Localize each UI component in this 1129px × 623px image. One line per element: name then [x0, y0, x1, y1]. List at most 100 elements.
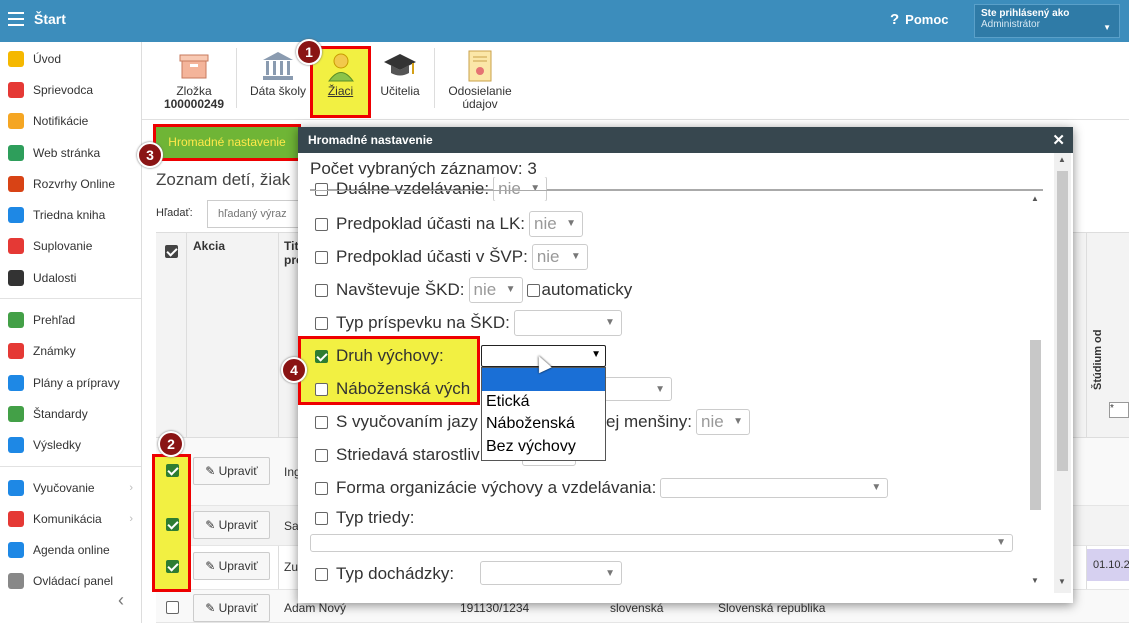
sidebar-item[interactable]: Udalosti [0, 262, 141, 293]
sidebar-item[interactable]: Prehľad [0, 304, 141, 335]
automaticky-checkbox[interactable] [526, 283, 540, 297]
skd-select[interactable]: nie ▼ [468, 277, 523, 303]
sidebar-item-label: Prehľad [33, 313, 76, 328]
menu-icon[interactable] [8, 12, 24, 26]
sidebar-item[interactable]: Rozvrhy Online [0, 168, 141, 199]
row-statna-prislusnost: Slovenská republika [718, 601, 826, 615]
option-nabozenska[interactable]: Náboženská [482, 413, 605, 436]
sidebar-item[interactable]: Komunikácia › [0, 503, 141, 534]
chevron-down-icon: ▼ [591, 349, 601, 360]
certificate-icon [468, 50, 492, 82]
sidebar-item[interactable]: Známky [0, 336, 141, 367]
select-all-checkbox[interactable] [165, 245, 178, 258]
field-label: ej menšiny: [606, 412, 692, 431]
chevron-down-icon: ▼ [530, 183, 541, 194]
sidebar-item[interactable]: Agenda online [0, 534, 141, 565]
ziaci-button[interactable]: Žiaci [310, 46, 371, 118]
row-checkbox[interactable] [166, 560, 179, 573]
scroll-down-icon[interactable]: ▼ [1031, 576, 1039, 585]
field-forma: Forma organizácie výchovy a vzdelávania:… [315, 474, 889, 502]
modal-inner-scrollbar[interactable]: ▲ ▼ [1029, 190, 1042, 592]
row-checkbox[interactable] [166, 518, 179, 531]
row-checkbox[interactable] [166, 601, 179, 614]
field-checkbox[interactable] [315, 182, 328, 196]
option-empty[interactable] [482, 368, 605, 391]
home-icon [8, 144, 24, 161]
nabozenska-select[interactable]: ▼ [604, 377, 672, 401]
edit-icon: ✎ [205, 559, 219, 573]
edit-button[interactable]: ✎ Upraviť [193, 457, 270, 485]
field-checkbox[interactable] [315, 217, 328, 231]
lk-select[interactable]: nie ▼ [529, 211, 584, 237]
hromadne-nastavenie-button[interactable]: Hromadné nastavenie [153, 124, 301, 161]
field-checkbox[interactable] [315, 567, 328, 581]
scroll-down-icon[interactable]: ▼ [1058, 577, 1066, 586]
row-checkbox[interactable] [166, 464, 179, 477]
edit-button[interactable]: ✎ Upraviť [193, 552, 270, 580]
field-checkbox[interactable] [315, 349, 328, 363]
mensiny-select[interactable]: nie ▼ [695, 409, 750, 435]
row-rodne-cislo: 191130/1234 [460, 601, 530, 615]
ucitelia-button[interactable]: Učitelia [378, 50, 422, 98]
question-icon: ? [890, 11, 900, 28]
field-label: Predpoklad účasti na LK: [336, 214, 526, 233]
column-studium-od: Štúdium od [1092, 329, 1104, 391]
svp-select[interactable]: nie ▼ [531, 244, 588, 270]
sidebar-item[interactable]: Web stránka [0, 137, 141, 168]
user-label: Ste prihlásený ako [981, 8, 1070, 19]
studium-filter-select[interactable]: * [1109, 402, 1129, 418]
edit-icon: ✎ [205, 601, 219, 615]
field-label: Navštevuje ŠKD: [336, 280, 465, 299]
sidebar-item[interactable]: Suplovanie [0, 231, 141, 262]
sidebar-item[interactable]: Štandardy [0, 398, 141, 429]
scroll-up-icon[interactable]: ▲ [1031, 194, 1039, 203]
forma-select[interactable]: ▼ [660, 478, 889, 498]
field-label: Typ triedy: [336, 508, 415, 527]
field-checkbox[interactable] [315, 316, 328, 330]
sidebar-item[interactable]: Výsledky [0, 430, 141, 461]
field-skd: Navštevuje ŠKD: nie ▼ automaticky [315, 276, 632, 304]
collapse-sidebar-icon[interactable]: ‹ [118, 590, 124, 611]
typ-triedy-select[interactable]: ▼ [310, 534, 1013, 552]
odosielanie-button[interactable]: Odosielanie údajov [442, 50, 518, 111]
scroll-up-icon[interactable]: ▲ [1058, 155, 1066, 164]
sidebar-item[interactable]: Úvod [0, 43, 141, 74]
zlozka-button[interactable]: Zložka 100000249 [160, 50, 228, 111]
search-input[interactable] [207, 200, 303, 228]
close-icon[interactable]: ✕ [1052, 131, 1065, 149]
edit-button[interactable]: ✎ Upraviť [193, 511, 270, 539]
app-title[interactable]: Štart [34, 11, 66, 27]
select-value: nie [700, 412, 724, 431]
ucitelia-label: Učitelia [380, 84, 420, 98]
briefcase-icon [8, 374, 24, 391]
field-checkbox[interactable] [315, 283, 328, 297]
edit-button[interactable]: ✎ Upraviť [193, 594, 270, 622]
column-akcia: Akcia [193, 239, 226, 253]
dualne-select[interactable]: nie ▼ [493, 177, 548, 201]
field-checkbox[interactable] [315, 481, 328, 495]
option-bez-vychovy[interactable]: Bez výchovy [482, 436, 605, 459]
modal-outer-scrollbar[interactable]: ▲ ▼ [1054, 153, 1071, 593]
user-menu[interactable]: Ste prihlásený ako Administrátor ▼ [974, 4, 1120, 38]
typ-dochadzky-select[interactable]: ▼ [480, 561, 622, 585]
field-checkbox[interactable] [315, 382, 328, 396]
field-checkbox[interactable] [315, 448, 328, 462]
option-eticka[interactable]: Etická [482, 391, 605, 414]
sidebar-item[interactable]: Vyučovanie › [0, 472, 141, 503]
scrollbar-thumb[interactable] [1057, 171, 1068, 471]
typ-prispevku-select[interactable]: ▼ [513, 310, 622, 336]
sidebar-item[interactable]: Notifikácie [0, 106, 141, 137]
field-checkbox[interactable] [315, 415, 328, 429]
gear-icon [8, 573, 24, 590]
field-checkbox[interactable] [315, 250, 328, 264]
column-titul: Tit [284, 239, 299, 253]
sidebar-item[interactable]: Sprievodca [0, 74, 141, 105]
help-link[interactable]: ? Pomoc [890, 11, 949, 28]
druh-vychovy-options[interactable]: Etická Náboženská Bez výchovy [481, 367, 606, 461]
field-label: Forma organizácie výchovy a vzdelávania: [336, 478, 657, 497]
sidebar-item[interactable]: Triedna kniha [0, 199, 141, 230]
field-typ-dochadzky: Typ dochádzky: [315, 560, 454, 588]
scrollbar-thumb[interactable] [1030, 340, 1041, 510]
sidebar-item[interactable]: Plány a prípravy [0, 367, 141, 398]
field-checkbox[interactable] [315, 511, 328, 525]
